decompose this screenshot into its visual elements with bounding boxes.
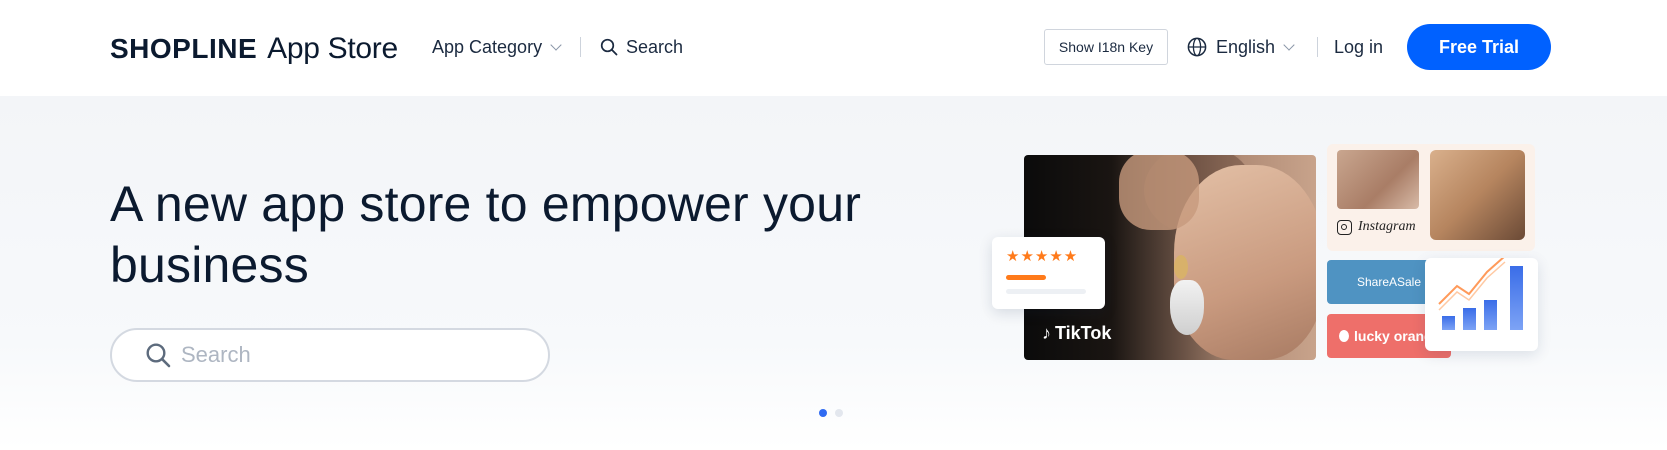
instagram-icon <box>1337 219 1352 235</box>
nav-divider <box>580 37 581 57</box>
show-i18n-key-button[interactable]: Show I18n Key <box>1044 29 1168 65</box>
logo-brand-text: SHOPLINE <box>110 33 258 64</box>
globe-icon <box>1187 37 1207 57</box>
star-rating-icons: ★★★★★ <box>1006 248 1079 265</box>
photo-hand-shape <box>1119 155 1199 230</box>
tiktok-logo: ♪ TikTok <box>1042 323 1111 344</box>
instagram-label: Instagram <box>1358 219 1416 234</box>
top-navigation-bar: SHOPLINE App Store App Category Search S… <box>0 0 1667 96</box>
nav-search-link[interactable]: Search <box>600 34 683 60</box>
free-trial-button[interactable]: Free Trial <box>1407 24 1551 70</box>
logo-store-text: App Store <box>267 32 398 65</box>
rating-progress-bar <box>1006 275 1046 280</box>
instagram-photo-portrait <box>1430 150 1525 240</box>
nav-search-label: Search <box>626 36 684 57</box>
rating-placeholder-bar <box>1006 289 1086 294</box>
growth-chart-icon <box>1438 255 1523 330</box>
language-label: English <box>1216 36 1276 57</box>
chevron-down-icon <box>550 39 562 51</box>
hero-title: A new app store to empower your business <box>110 176 862 293</box>
hero-search-input[interactable] <box>181 342 511 368</box>
lucky-orange-icon <box>1339 330 1349 342</box>
carousel-dot-2[interactable] <box>835 409 843 417</box>
chevron-down-icon <box>1283 39 1295 51</box>
carousel-dot-1[interactable] <box>819 409 827 417</box>
earring-shape <box>1170 280 1204 335</box>
growth-chart-card <box>1425 255 1538 351</box>
hero-banner: A new app store to empower your business… <box>0 96 1667 450</box>
instagram-logo: Instagram <box>1337 219 1416 235</box>
hero-search-box[interactable] <box>110 328 550 382</box>
hero-illustration: ♪ TikTok ★★★★★ Instagram ShareASale luck… <box>992 144 1540 364</box>
search-icon <box>600 38 618 56</box>
tiktok-label: TikTok <box>1055 323 1112 343</box>
login-link[interactable]: Log in <box>1334 34 1383 60</box>
search-icon <box>146 343 171 368</box>
instagram-card: Instagram <box>1327 144 1535 251</box>
app-category-label: App Category <box>432 36 543 57</box>
carousel-indicators <box>819 409 843 417</box>
rating-card: ★★★★★ <box>992 237 1105 309</box>
nav-divider <box>1317 37 1318 57</box>
language-selector[interactable]: English <box>1187 34 1295 60</box>
instagram-photo-necklace <box>1337 150 1419 209</box>
earring-hook-shape <box>1174 255 1188 279</box>
tiktok-icon: ♪ <box>1042 323 1051 343</box>
shopline-app-store-logo[interactable]: SHOPLINE App Store <box>110 32 398 65</box>
app-category-dropdown[interactable]: App Category <box>432 34 562 60</box>
